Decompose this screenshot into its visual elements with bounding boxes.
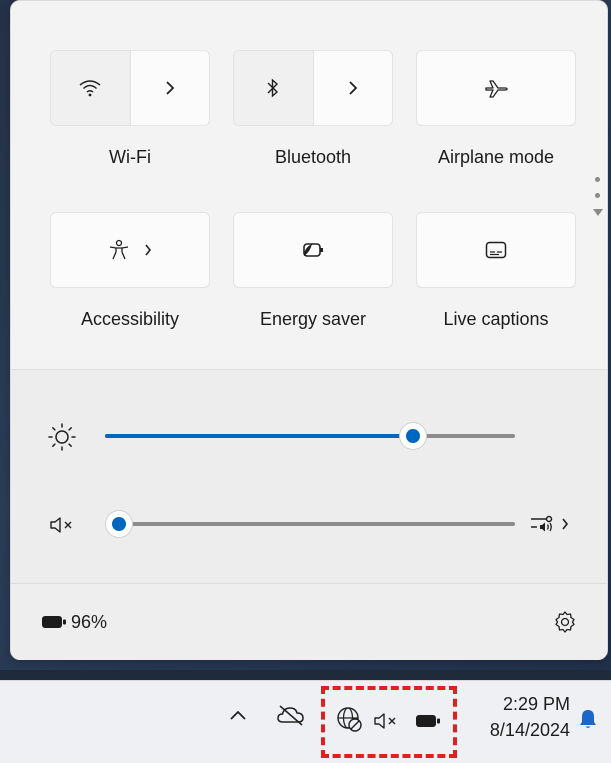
clock[interactable]: 2:29 PM 8/14/2024 (470, 691, 570, 743)
energy-saver-icon (301, 242, 325, 258)
live-captions-tile[interactable] (416, 212, 576, 288)
onedrive-button[interactable] (276, 703, 306, 727)
audio-output-icon (529, 510, 557, 538)
wifi-expand-button[interactable] (131, 51, 210, 125)
wifi-tile[interactable] (50, 50, 210, 126)
chevron-right-icon (165, 80, 175, 96)
live-captions-label: Live captions (443, 309, 549, 329)
show-hidden-icons-button[interactable] (229, 709, 247, 721)
volume-slider-thumb[interactable] (106, 511, 132, 537)
bell-icon (578, 708, 598, 730)
accessibility-label: Accessibility (80, 309, 180, 329)
page-indicator[interactable] (593, 177, 603, 216)
clock-date: 8/14/2024 (489, 720, 570, 740)
live-captions-icon (485, 241, 507, 259)
notifications-button[interactable] (578, 708, 598, 730)
bluetooth-icon (266, 78, 280, 98)
volume-muted-icon (49, 515, 77, 535)
airplane-mode-label: Airplane mode (437, 147, 555, 167)
highlighted-system-tray-group[interactable] (321, 686, 457, 758)
taskbar: 2:29 PM 8/14/2024 (0, 680, 611, 763)
battery-percentage[interactable]: 96% (71, 612, 107, 633)
energy-saver-tile[interactable] (233, 212, 393, 288)
gear-icon (553, 610, 577, 634)
brightness-slider[interactable] (105, 423, 515, 449)
bluetooth-tile[interactable] (233, 50, 393, 126)
wifi-label: Wi-Fi (109, 147, 151, 167)
page-dot (595, 177, 600, 182)
bluetooth-toggle[interactable] (234, 51, 314, 125)
brightness-slider-fill (105, 434, 413, 438)
bluetooth-label: Bluetooth (274, 147, 352, 167)
next-page-arrow-icon (593, 209, 603, 216)
airplane-mode-tile[interactable] (416, 50, 576, 126)
audio-output-button[interactable] (529, 510, 569, 538)
chevron-up-icon (229, 709, 247, 721)
clock-time: 2:29 PM (502, 694, 570, 714)
bluetooth-expand-button[interactable] (314, 51, 393, 125)
network-disconnected-icon (335, 705, 363, 733)
onedrive-offline-icon (276, 703, 306, 727)
quick-settings-tiles: Wi-Fi Bluetooth Airplane mode Accessibil… (11, 1, 607, 369)
energy-saver-label: Energy saver (259, 309, 367, 329)
airplane-icon (484, 78, 508, 98)
chevron-right-icon (144, 243, 152, 257)
volume-slider[interactable] (106, 511, 515, 537)
accessibility-tile[interactable] (50, 212, 210, 288)
wifi-icon (79, 79, 101, 97)
quick-settings-panel: Wi-Fi Bluetooth Airplane mode Accessibil… (10, 0, 608, 660)
accessibility-icon (108, 239, 130, 261)
chevron-right-icon (348, 80, 358, 96)
wifi-toggle[interactable] (51, 51, 131, 125)
battery-icon (415, 713, 441, 729)
settings-button[interactable] (553, 610, 577, 634)
sliders-section (11, 369, 607, 584)
battery-icon (41, 614, 67, 630)
page-dot (595, 193, 600, 198)
chevron-right-icon (561, 517, 569, 531)
brightness-slider-thumb[interactable] (399, 423, 426, 449)
volume-muted-icon (373, 712, 401, 730)
brightness-icon (47, 422, 77, 452)
quick-settings-footer: 96% (11, 583, 607, 660)
